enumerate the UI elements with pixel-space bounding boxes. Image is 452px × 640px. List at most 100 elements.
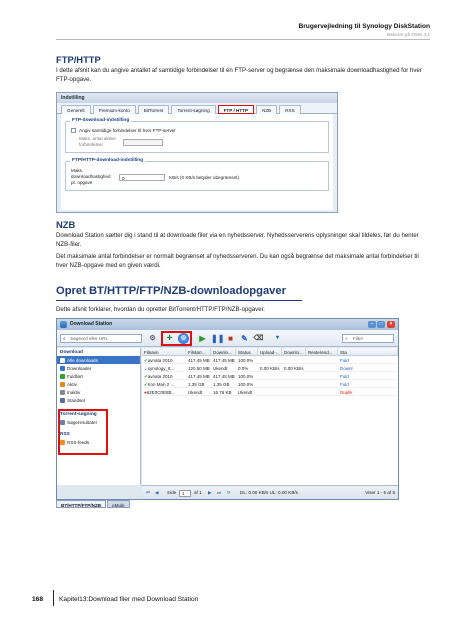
cell-status: 100.0% <box>238 381 254 387</box>
column-header-remaining[interactable]: Resterend... <box>306 348 338 355</box>
table-row[interactable]: ✔Iron Man 2 ... 1.35 GB 1.35 GB 100.0% F… <box>142 380 398 388</box>
cell-download-speed <box>282 380 306 387</box>
column-header-filename[interactable]: Filnavn <box>142 348 186 355</box>
sidebar-item-rss-feeds[interactable]: RSS-feeds <box>57 438 140 446</box>
tab-premium-account[interactable]: Premium-konto <box>92 105 136 114</box>
tab-bt-http-ftp-nzb[interactable]: BT/HTTP/FTP/NZB <box>56 500 107 508</box>
max-speed-label: Maks. downloadhastighed pr. opgave <box>71 168 111 185</box>
concurrent-connections-checkbox[interactable] <box>71 128 76 133</box>
column-header-download-speed[interactable]: Downlo... <box>282 348 306 355</box>
cell-filesize: 417.45 MB <box>188 373 210 379</box>
previous-page-icon[interactable]: ◀ <box>155 490 159 496</box>
cell-download-speed <box>282 388 306 395</box>
filename-text: synology_8... <box>147 365 175 371</box>
settings-gear-icon[interactable]: ⚙ <box>147 333 158 344</box>
sidebar-item-label: Søgeresultater <box>67 419 98 425</box>
add-task-icon[interactable]: + <box>164 333 175 344</box>
sidebar-section-download: Download <box>60 350 83 355</box>
completed-icon <box>60 373 65 379</box>
page-label: Side <box>167 490 177 495</box>
create-tasks-paragraph: Dette afsnit forklarer, hvordan du opret… <box>56 306 265 313</box>
search-icon: ⌕ <box>63 336 66 342</box>
header-divider <box>56 39 430 40</box>
cell-state: Fuld <box>340 357 349 363</box>
max-speed-suffix: KB/s (0 KB/s betyder ubegrænset). <box>169 174 241 180</box>
add-url-icon[interactable]: ◎ <box>178 333 189 344</box>
minimize-icon[interactable]: – <box>368 321 376 328</box>
tab-ftp-http[interactable]: FTP / HTTP <box>217 105 255 114</box>
torrent-rss-group: Torrent-søgning Søgeresultater RSS RSS-f… <box>57 409 140 455</box>
tab-nzb[interactable]: NZB <box>256 105 278 114</box>
sidebar-item-label: Aktiv <box>67 381 77 387</box>
download-station-app-icon <box>60 321 67 328</box>
nzb-paragraph-1: Download Station sætter dig i stand til … <box>56 232 419 248</box>
cell-remaining <box>306 380 338 387</box>
cell-status: Ukendt <box>238 389 253 395</box>
cell-status: 0.0% <box>238 365 249 371</box>
column-header-status[interactable]: Status <box>236 348 258 355</box>
filter-input[interactable]: ⌕ Filter <box>342 334 394 343</box>
sidebar-item-active[interactable]: Aktiv <box>57 380 140 388</box>
page-number: 168 <box>32 596 44 603</box>
page-number-input[interactable]: 1 <box>179 490 191 497</box>
cell-remaining <box>306 356 338 363</box>
column-header-state[interactable]: Sta <box>338 348 398 355</box>
ftp-download-legend: FTP-download-indstilling <box>70 118 132 123</box>
sidebar-item-downloading[interactable]: Downloader <box>57 364 140 372</box>
tab-emule[interactable]: eMule <box>107 500 130 508</box>
cell-filesize: Ukendt <box>188 389 203 395</box>
resume-icon[interactable]: ▶ <box>197 333 208 344</box>
sidebar-item-label: RSS-feeds <box>67 439 90 445</box>
filter-icon: ⌕ <box>345 336 348 342</box>
column-header-downloaded[interactable]: Downlo... <box>211 348 236 355</box>
download-task-grid: Filnavn Filstørr... Downlo... Status Upl… <box>142 348 398 485</box>
tab-rss[interactable]: RSS <box>279 105 301 114</box>
filter-placeholder: Filter <box>353 336 364 341</box>
ftp-http-download-legend: FTP/HTTP-download-indstilling <box>70 158 146 163</box>
edit-icon[interactable]: ✎ <box>239 333 250 344</box>
table-row[interactable]: ⇣synology_8... 120.50 MB Ukendt 0.0% 0.0… <box>142 364 398 372</box>
cell-filesize: 417.45 MB <box>188 357 210 363</box>
search-input[interactable]: ⌕ Søgeord eller URL <box>60 334 142 343</box>
maximize-icon[interactable]: □ <box>377 321 385 328</box>
download-station-toolbar: ⌕ Søgeord eller URL ⚙ + ◎ ▶ ❚❚ ■ ✎ ⌫ ▾ ⌕… <box>57 330 398 347</box>
tab-torrent-search[interactable]: Torrent-søgning <box>171 105 216 114</box>
first-page-icon[interactable]: ⏮ <box>146 490 150 495</box>
search-results-icon <box>60 419 65 425</box>
heading-underline <box>56 300 302 301</box>
sidebar-item-completed[interactable]: Fuldført <box>57 372 140 380</box>
tab-bittorrent[interactable]: BitTorrent <box>137 105 170 114</box>
section-heading-create-tasks: Opret BT/HTTP/FTP/NZB-downloadopgaver <box>56 285 286 297</box>
table-row[interactable]: ✔avnata 2010 417.45 MB 417.45 MB 100.0% … <box>142 372 398 380</box>
next-page-icon[interactable]: ▶ <box>208 490 212 496</box>
table-row[interactable]: ●62E0C0E8B... Ukendt 16.76 KB Ukendt Dup… <box>142 388 398 396</box>
cell-remaining <box>306 372 338 379</box>
footer-divider <box>53 590 54 606</box>
tab-general[interactable]: Generelt <box>61 105 91 114</box>
cell-upload-speed <box>258 388 282 395</box>
pause-icon[interactable]: ❚❚ <box>211 333 224 344</box>
cell-state: Downl <box>340 365 353 371</box>
column-header-filesize[interactable]: Filstørr... <box>186 348 211 355</box>
max-connections-label: Maks. antal aktive forbindelser <box>79 136 116 147</box>
last-page-icon[interactable]: ⏭ <box>217 490 221 495</box>
clear-icon[interactable]: ⌫ <box>253 333 264 344</box>
column-header-upload-speed[interactable]: Upload-... <box>258 348 282 355</box>
sidebar-item-inactive[interactable]: Inaktiv <box>57 388 140 396</box>
download-type-tabs: BT/HTTP/FTP/NZB eMule <box>56 500 130 508</box>
close-icon[interactable]: × <box>387 321 395 328</box>
cell-filesize: 120.50 MB <box>188 365 210 371</box>
stop-icon[interactable]: ■ <box>225 333 236 344</box>
max-connections-input[interactable] <box>123 138 163 146</box>
section-heading-nzb: NZB <box>56 219 76 230</box>
refresh-icon[interactable]: ⟳ <box>227 490 231 496</box>
view-options-icon[interactable]: ▾ <box>272 333 283 344</box>
cell-filename: ✔avnata 2010 <box>142 356 186 363</box>
cell-status: 100.0% <box>238 373 254 379</box>
sidebar-item-all-downloads[interactable]: Alle downloads <box>57 356 140 364</box>
sidebar-item-stopped[interactable]: Standset <box>57 396 140 404</box>
max-speed-input[interactable]: 0 <box>119 173 165 181</box>
table-row[interactable]: ✔avnata 2010 417.45 MB 417.45 MB 100.0% … <box>142 356 398 364</box>
display-count: Viser 1 - 5 af 5 <box>365 490 395 495</box>
sidebar-item-search-results[interactable]: Søgeresultater <box>57 418 140 426</box>
